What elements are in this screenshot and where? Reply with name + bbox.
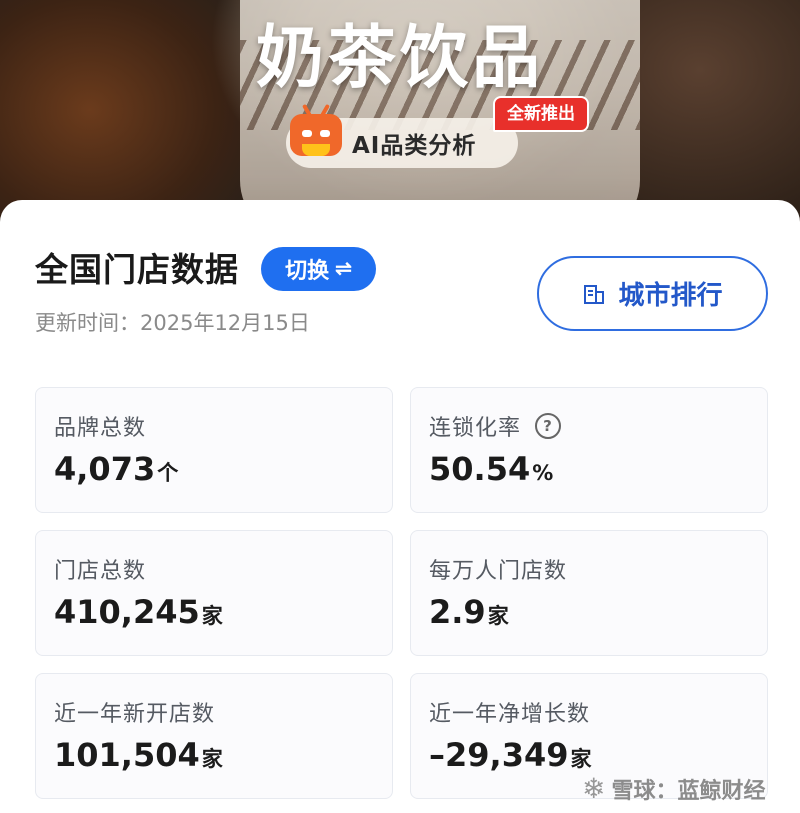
stat-label: 连锁化率 [429, 416, 522, 441]
update-time: 更新时间：2025年12月15日 [35, 311, 310, 335]
category-title: 奶茶饮品 [255, 19, 544, 98]
stat-value: 410,245 [54, 593, 200, 631]
stat-card-new-stores: 近一年新开店数 101,504家 [35, 673, 393, 799]
stat-label: 品牌总数 [54, 416, 147, 441]
snowball-logo-icon: ❄ [582, 772, 606, 805]
stat-unit: 家 [570, 747, 592, 771]
stat-unit: 个 [157, 461, 179, 485]
building-icon [584, 284, 605, 304]
city-ranking-label: 城市排行 [618, 281, 723, 311]
robot-icon [288, 103, 344, 160]
stat-label: 近一年新开店数 [54, 702, 216, 727]
stat-unit: 家 [201, 604, 223, 628]
stat-value: 101,504 [54, 736, 200, 774]
stat-card-chain-rate: 连锁化率 ? 50.54% [410, 387, 768, 513]
city-ranking-button[interactable]: 城市排行 [537, 256, 768, 331]
ai-analysis-label: AI品类分析 [352, 133, 477, 159]
store-data-panel: 全国门店数据 切换 ⇌ 更新时间：2025年12月15日 城市排行 品牌总数 4… [0, 200, 800, 813]
section-title: 全国门店数据 [35, 250, 239, 289]
switch-label: 切换 [285, 258, 330, 283]
stat-label: 近一年净增长数 [429, 702, 591, 727]
stat-value: 2.9 [429, 593, 486, 631]
help-icon[interactable]: ? [535, 413, 562, 439]
new-feature-badge: 全新推出 [493, 96, 589, 132]
stat-label: 门店总数 [54, 559, 147, 584]
switch-button[interactable]: 切换 ⇌ [261, 247, 376, 291]
stat-card-stores-per-10k: 每万人门店数 2.9家 [410, 530, 768, 656]
stat-unit: % [532, 461, 554, 485]
stat-card-store-count: 门店总数 410,245家 [35, 530, 393, 656]
stat-card-brand-count: 品牌总数 4,073个 [35, 387, 393, 513]
hero-banner: 奶茶饮品 AI品类分析 全新推出 [0, 0, 800, 230]
stat-value: 4,073 [54, 450, 156, 488]
watermark: ❄ 雪球：蓝鲸财经 [582, 772, 765, 805]
stat-value: 50.54 [429, 450, 531, 488]
watermark-text: 雪球：蓝鲸财经 [611, 778, 766, 804]
stat-unit: 家 [201, 747, 223, 771]
stat-value: –29,349 [429, 736, 569, 774]
stat-label: 每万人门店数 [429, 559, 568, 584]
swap-arrows-icon: ⇌ [335, 258, 352, 280]
stat-unit: 家 [487, 604, 509, 628]
